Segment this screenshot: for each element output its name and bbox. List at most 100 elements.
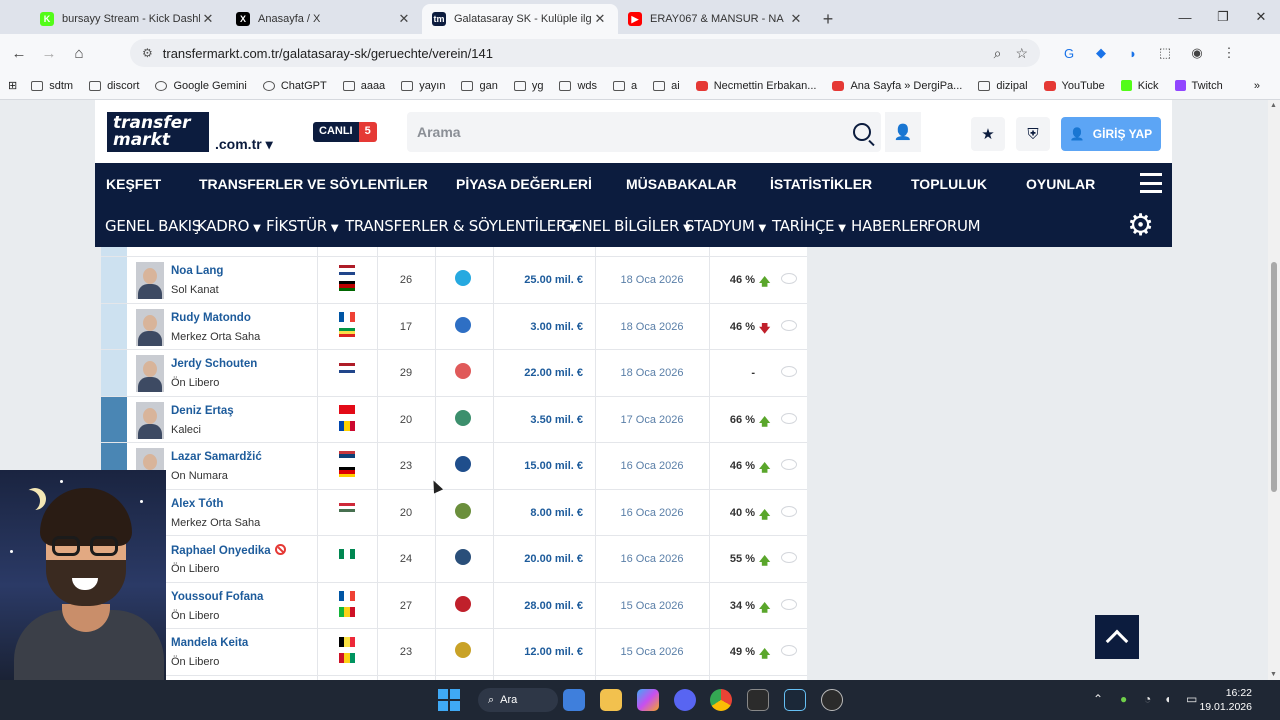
player-photo[interactable] (136, 401, 164, 439)
tray-expand-icon[interactable]: ⌃ (1093, 692, 1103, 706)
comment-bubble-icon[interactable] (781, 459, 797, 470)
player-photo[interactable] (136, 308, 164, 346)
address-bar[interactable]: ⚙ transfermarkt.com.tr/galatasaray-sk/ge… (130, 39, 1040, 67)
copilot-icon[interactable] (637, 689, 659, 711)
current-club-icon[interactable] (455, 595, 471, 612)
sub-nav-item[interactable]: FORUM (927, 217, 981, 235)
player-name-link[interactable]: Jerdy Schouten (171, 358, 257, 370)
audio-icon[interactable]: ◗ (1122, 42, 1144, 64)
sub-nav-item[interactable]: STADYUM ▼ (685, 217, 766, 235)
site-info-icon[interactable]: ⚙ (142, 46, 153, 60)
player-name-link[interactable]: Lazar Samardžić (171, 451, 262, 463)
bookmark-item[interactable]: ai (653, 80, 680, 92)
close-tab-icon[interactable]: ✕ (200, 11, 216, 27)
bookmark-item[interactable]: Google Gemini (155, 80, 247, 92)
battery-icon[interactable]: ▭ (1186, 692, 1197, 706)
bookmark-item[interactable]: Twitch (1174, 80, 1223, 92)
store-icon[interactable] (563, 689, 585, 711)
current-club-icon[interactable] (455, 409, 471, 426)
live-badge[interactable]: CANLI 5 (313, 122, 377, 142)
extension-icon[interactable]: ◆ (1090, 42, 1112, 64)
bookmark-item[interactable]: gan (461, 80, 498, 92)
sub-nav-item[interactable]: TRANSFERLER & SÖYLENTİLER ▼ (345, 217, 578, 235)
current-club-icon[interactable] (455, 363, 471, 379)
sub-nav-item[interactable]: HABERLER (851, 217, 929, 235)
comment-bubble-icon[interactable] (781, 366, 797, 377)
speaker-icon[interactable]: ◖ (1164, 692, 1171, 706)
bookmark-star-icon[interactable]: ☆ (1015, 45, 1028, 62)
shield-icon[interactable]: ⛨ (1016, 117, 1050, 151)
browser-tab[interactable]: X Anasayfa / X ✕ (226, 4, 422, 34)
bookmark-item[interactable]: dizipal (978, 80, 1028, 92)
bookmark-item[interactable]: YouTube (1043, 80, 1105, 92)
table-row[interactable]: Raphael Onyedika Ön Libero 24 20.00 mil. € 1… (101, 536, 807, 583)
site-search-input[interactable]: Arama (407, 112, 881, 152)
player-photo[interactable] (136, 355, 164, 392)
bookmark-item[interactable]: sdtm (31, 80, 73, 92)
login-button[interactable]: 👤 GİRİŞ YAP (1061, 117, 1161, 151)
main-nav-item[interactable]: OYUNLAR (1026, 176, 1095, 192)
bookmark-item[interactable]: Ana Sayfa » DergiPa... (832, 80, 962, 92)
player-name-link[interactable]: Deniz Ertaş (171, 405, 234, 417)
more-bookmarks-icon[interactable]: » (1254, 80, 1260, 92)
table-row[interactable]: Deniz Ertaş Kaleci 20 3.50 mil. € 17 Oca 202… (101, 396, 807, 443)
sub-nav-item[interactable]: GENEL BAKIŞ (105, 217, 201, 235)
taskbar-search[interactable]: ⌕ Ara (478, 688, 558, 712)
obs-icon[interactable] (821, 689, 843, 711)
bookmark-item[interactable]: aaaa (342, 80, 385, 92)
main-nav-item[interactable]: PİYASA DEĞERLERİ (456, 176, 592, 192)
comment-bubble-icon[interactable] (781, 505, 797, 517)
close-tab-icon[interactable]: ✕ (396, 11, 412, 27)
sub-nav-item[interactable]: TARİHÇE ▼ (772, 217, 846, 235)
scrollbar-thumb[interactable] (1271, 262, 1277, 492)
comment-bubble-icon[interactable] (781, 412, 797, 424)
browser-tab[interactable]: Kbursayy Stream - Kick Dashboar✕ (30, 4, 226, 34)
comment-bubble-icon[interactable] (781, 552, 797, 563)
comment-bubble-icon[interactable] (781, 645, 797, 656)
current-club-icon[interactable] (455, 549, 471, 565)
close-tab-icon[interactable]: ✕ (592, 11, 608, 27)
player-name-link[interactable]: Rudy Matondo (171, 312, 251, 324)
player-name-link[interactable]: Youssouf Fofana (171, 591, 263, 603)
main-nav-item[interactable]: MÜSABAKALAR (626, 176, 736, 192)
back-to-top-button[interactable] (1095, 615, 1139, 659)
home-icon[interactable]: ⌂ (64, 45, 94, 62)
table-row[interactable]: Mandela Keita Ön Libero 23 12.00 mil. € 15 O… (101, 629, 807, 676)
bookmark-item[interactable]: ChatGPT (262, 80, 327, 92)
scroll-up-icon[interactable]: ▲ (1270, 102, 1277, 109)
table-row[interactable]: Lazar Samardžić On Numara 23 15.00 mil. € 16… (101, 443, 807, 490)
comment-bubble-icon[interactable] (781, 319, 797, 331)
close-window-icon[interactable]: ✕ (1242, 0, 1280, 34)
file-explorer-icon[interactable] (600, 689, 622, 711)
minimize-icon[interactable]: — (1166, 0, 1204, 34)
player-name-link[interactable]: Noa Lang (171, 265, 223, 277)
player-photo[interactable] (136, 262, 164, 299)
sub-nav-item[interactable]: GENEL BİLGİLER ▼ (561, 217, 691, 235)
discord-icon[interactable] (674, 689, 696, 711)
profile-icon[interactable]: ◉ (1186, 42, 1208, 64)
microphone-icon[interactable]: ● (1120, 692, 1127, 706)
settings-gear-icon[interactable]: ⚙ (1127, 211, 1154, 241)
steam-icon[interactable] (784, 689, 806, 711)
current-club-icon[interactable] (455, 270, 471, 286)
bookmark-item[interactable]: Kick (1120, 80, 1159, 92)
bookmark-item[interactable]: Necmettin Erbakan... (695, 80, 816, 92)
current-club-icon[interactable] (455, 642, 471, 658)
main-nav-item[interactable]: İSTATİSTİKLER (770, 176, 872, 192)
watchlist-icon[interactable]: ★ (971, 117, 1005, 151)
page-scrollbar[interactable]: ▲ ▼ (1268, 100, 1280, 680)
hamburger-menu-icon[interactable] (1140, 173, 1162, 193)
restore-icon[interactable]: ❐ (1204, 0, 1242, 34)
current-club-icon[interactable] (455, 316, 471, 333)
sub-nav-item[interactable]: FİKSTÜR ▼ (266, 217, 339, 235)
table-row[interactable]: Noa Lang Sol Kanat 26 25.00 mil. € 18 Oca 20… (101, 257, 807, 304)
bookmark-item[interactable]: a (613, 80, 637, 92)
menu-dots-icon[interactable]: ⋮ (1218, 42, 1240, 64)
table-row[interactable]: Rudy Matondo Merkez Orta Saha 17 3.00 mil. … (101, 303, 807, 350)
table-row[interactable]: Jerdy Schouten Ön Libero 29 22.00 mil. € 18 … (101, 350, 807, 397)
current-club-icon[interactable] (455, 456, 471, 472)
transfermarkt-logo[interactable]: transfer markt (107, 112, 209, 152)
comment-bubble-icon[interactable] (781, 598, 797, 610)
chrome-icon[interactable] (710, 689, 732, 711)
main-nav-item[interactable]: TRANSFERLER VE SÖYLENTİLER (199, 176, 428, 192)
